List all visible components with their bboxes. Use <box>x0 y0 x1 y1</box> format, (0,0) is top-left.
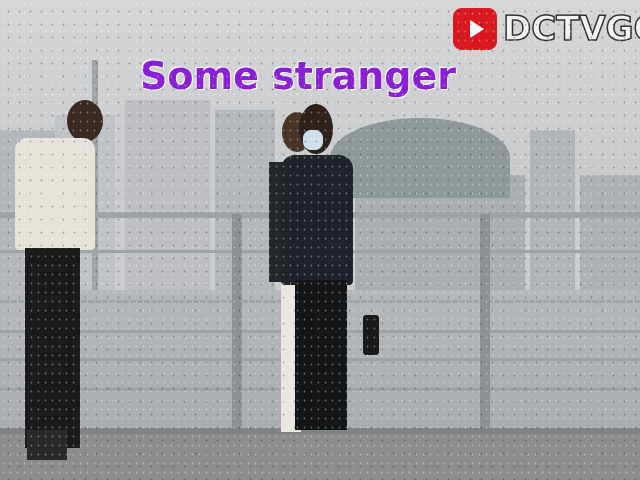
youtube-play-icon <box>453 8 497 50</box>
man-white-shirt <box>5 100 105 465</box>
caption-text: Some stranger <box>140 54 457 98</box>
brand-name: DCTVGO <box>502 8 640 50</box>
woman-masked <box>275 100 379 455</box>
watermark-logo: DCTVGO <box>453 8 640 50</box>
